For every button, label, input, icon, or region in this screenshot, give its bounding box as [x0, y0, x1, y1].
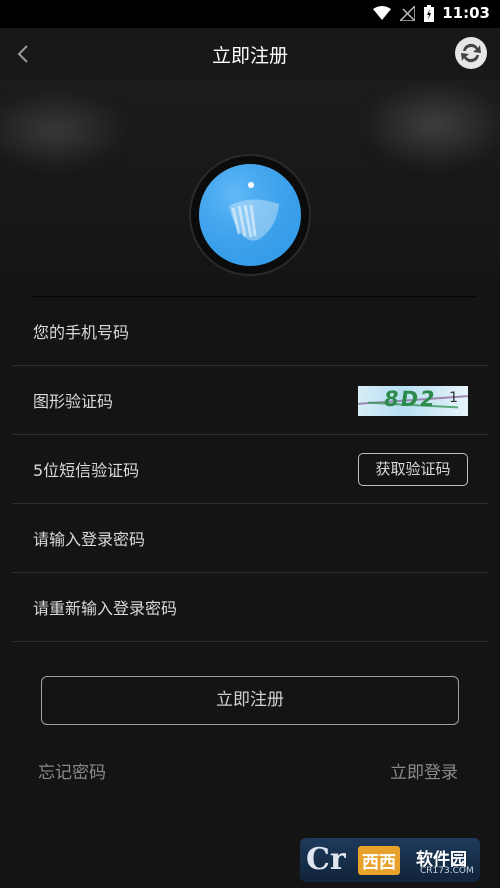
background-blur-right: [360, 80, 500, 170]
get-code-button[interactable]: 获取验证码: [358, 453, 468, 486]
captcha-image[interactable]: 8D2 1: [358, 386, 468, 416]
captcha-text: 8D2: [382, 387, 439, 411]
status-icons: [373, 5, 434, 22]
captcha-field[interactable]: 图形验证码 8D2 1: [12, 366, 488, 435]
captcha-text-suffix: 1: [449, 390, 458, 406]
register-button[interactable]: 立即注册: [41, 676, 459, 725]
refresh-icon[interactable]: [454, 36, 488, 70]
password-input[interactable]: 请输入登录密码: [33, 526, 145, 550]
login-link[interactable]: 立即登录: [390, 758, 458, 783]
sms-code-input[interactable]: 5位短信验证码: [33, 457, 139, 481]
background-blur-left: [0, 90, 130, 170]
status-time: 11:03: [442, 4, 490, 22]
no-signal-icon: [400, 6, 415, 21]
app-bar: 立即注册: [0, 28, 500, 80]
confirm-password-input[interactable]: 请重新输入登录密码: [33, 595, 177, 619]
sms-code-field[interactable]: 5位短信验证码 获取验证码: [12, 435, 488, 504]
watermark-logo: Cr: [306, 842, 346, 877]
phone-input[interactable]: 您的手机号码: [33, 319, 129, 343]
forgot-password-link[interactable]: 忘记密码: [38, 758, 106, 783]
captcha-input[interactable]: 图形验证码: [33, 388, 113, 412]
watermark-url: CR173.COM: [420, 866, 474, 876]
status-bar: 11:03: [0, 0, 500, 28]
avatar: [189, 154, 311, 276]
watermark-badge: 西西: [358, 846, 400, 875]
wifi-icon: [373, 6, 391, 20]
page-title: 立即注册: [211, 45, 288, 67]
app-logo-icon: [199, 164, 301, 266]
watermark: Cr 西西 软件园 CR173.COM: [300, 838, 480, 882]
phone-field[interactable]: 您的手机号码: [12, 297, 488, 366]
password-field[interactable]: 请输入登录密码: [12, 504, 488, 573]
battery-icon: [424, 5, 434, 22]
confirm-password-field[interactable]: 请重新输入登录密码: [12, 573, 488, 642]
